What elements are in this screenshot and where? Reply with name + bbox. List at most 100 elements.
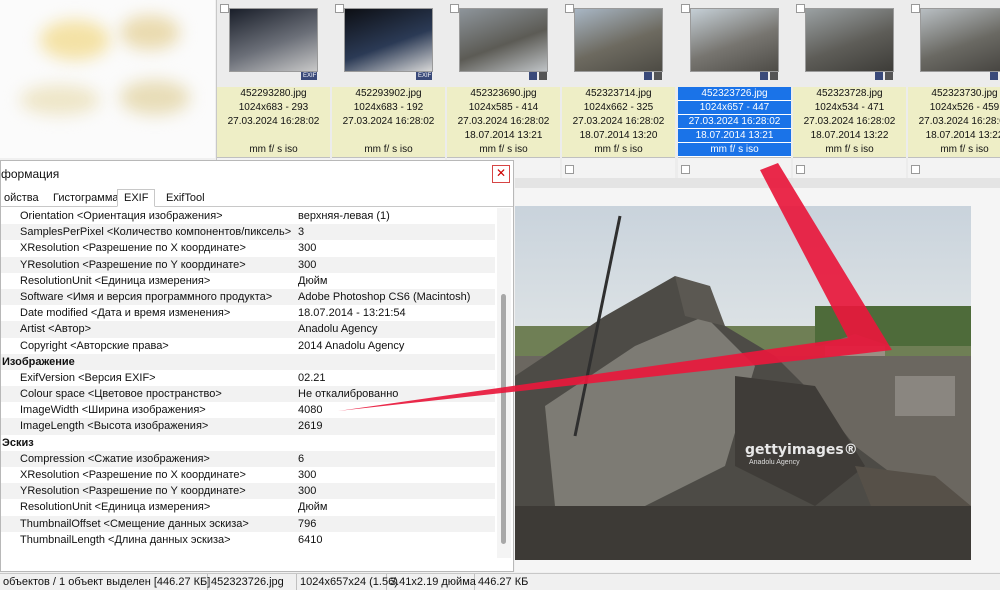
- thumbnail-exposure: mm f/ s iso: [249, 144, 298, 155]
- thumbnail-image-box[interactable]: [447, 0, 560, 87]
- property-row[interactable]: ImageLength <Высота изображения> 2619: [1, 418, 495, 435]
- property-value: Не откалиброванно: [298, 388, 399, 401]
- property-row[interactable]: Orientation <Ориентация изображения> верх…: [1, 208, 495, 224]
- thumbnail-item[interactable]: 452323726.jpg 1024x657 - 447 27.03.2024 …: [678, 0, 791, 178]
- thumbnail-image-box[interactable]: [678, 0, 791, 87]
- property-row[interactable]: XResolution <Разрешение по X координате>…: [1, 467, 495, 483]
- thumbnail-filename: 452323690.jpg: [470, 88, 537, 99]
- property-row[interactable]: YResolution <Разрешение по Y координате>…: [1, 483, 495, 500]
- thumbnail-checkbox[interactable]: [911, 4, 920, 13]
- property-value: 6410: [298, 533, 323, 546]
- property-value: 300: [298, 242, 317, 255]
- property-key: ResolutionUnit <Единица измерения>: [20, 501, 211, 514]
- property-key: ThumbnailLength <Длина данных эскиза>: [20, 533, 231, 546]
- thumbnail-info: 452323726.jpg 1024x657 - 447 27.03.2024 …: [678, 87, 791, 157]
- thumbnail-date-taken: 18.07.2014 13:20: [579, 130, 658, 141]
- property-value: Anadolu Agency: [298, 323, 378, 336]
- property-row[interactable]: ThumbnailOffset <Смещение данных эскиза>…: [1, 515, 495, 532]
- thumbnail-date: 27.03.2024 16:28:02: [803, 116, 896, 127]
- thumbnail-checkbox[interactable]: [220, 4, 229, 13]
- next-row-strip: [908, 157, 1000, 178]
- status-dimensions: 1024x657x24 (1.56): [297, 574, 398, 590]
- tab-2[interactable]: EXIF: [117, 189, 156, 207]
- close-button[interactable]: ✕: [492, 165, 510, 183]
- property-row[interactable]: YResolution <Разрешение по Y координате>…: [1, 256, 495, 273]
- camera-icon: [654, 72, 662, 80]
- scrollbar-thumb[interactable]: [501, 294, 506, 544]
- thumbnail-item[interactable]: 452323728.jpg 1024x534 - 471 27.03.2024 …: [793, 0, 906, 178]
- watermark-credit: Anadolu Agency: [749, 459, 800, 466]
- thumbnail-image-box[interactable]: [908, 0, 1000, 87]
- property-row[interactable]: ResolutionUnit <Единица измерения> Дюйм: [1, 499, 495, 515]
- thumbnail-info: 452323730.jpg 1024x526 - 459 27.03.2024 …: [908, 87, 1000, 157]
- property-key: Compression <Сжатие изображения>: [20, 452, 210, 465]
- tab-0[interactable]: ойства: [0, 189, 46, 207]
- section-header[interactable]: Изображение: [1, 353, 495, 370]
- thumbnail-checkbox[interactable]: [565, 4, 574, 13]
- property-value: 796: [298, 517, 317, 530]
- property-row[interactable]: Date modified <Дата и время изменения> 18…: [1, 305, 495, 321]
- status-inches: 3.41x2.19 дюйма: [387, 574, 476, 590]
- thumbnail-dimensions: 1024x585 - 414: [468, 102, 539, 113]
- thumbnail-image-box[interactable]: [793, 0, 906, 87]
- property-value: 300: [298, 469, 317, 481]
- status-filesize: 446.27 КБ: [478, 576, 529, 588]
- status-filename: 452323726.jpg: [208, 574, 297, 590]
- dialog-titlebar[interactable]: формация ✕: [1, 161, 513, 187]
- thumbnail-info: 452323714.jpg 1024x662 - 325 27.03.2024 …: [562, 87, 675, 157]
- thumbnail-checkbox[interactable]: [681, 4, 690, 13]
- thumbnail-filename: 452323726.jpg: [678, 87, 791, 101]
- vertical-scrollbar[interactable]: [497, 208, 511, 558]
- thumbnail-checkbox[interactable]: [796, 4, 805, 13]
- property-value: 3: [298, 226, 305, 239]
- thumbnail-date: 27.03.2024 16:28:02: [457, 116, 550, 127]
- property-key: ThumbnailOffset <Смещение данных эскиза>: [20, 517, 249, 530]
- thumbnail-image-box[interactable]: EXIF: [332, 0, 445, 87]
- property-key: Orientation <Ориентация изображения>: [20, 210, 223, 222]
- thumbnail-checkbox[interactable]: [335, 4, 344, 13]
- tab-3[interactable]: ExifTool: [159, 189, 212, 207]
- exif-property-list[interactable]: Orientation <Ориентация изображения> верх…: [1, 208, 495, 558]
- thumbnail-item[interactable]: 452323690.jpg 1024x585 - 414 27.03.2024 …: [447, 0, 560, 178]
- thumbnail-exposure: mm f/ s iso: [825, 144, 874, 155]
- thumbnail-checkbox[interactable]: [565, 165, 574, 174]
- thumbnail-image-box[interactable]: EXIF: [217, 0, 330, 87]
- property-value: 2619: [298, 420, 323, 433]
- thumbnail-item[interactable]: 452323714.jpg 1024x662 - 325 27.03.2024 …: [562, 0, 675, 178]
- property-row[interactable]: ExifVersion <Версия EXIF> 02.21: [1, 370, 495, 386]
- tab-1[interactable]: Гистограмма: [46, 189, 126, 207]
- exif-badge: EXIF: [301, 72, 317, 80]
- property-row[interactable]: Artist <Автор> Anadolu Agency: [1, 321, 495, 338]
- property-row[interactable]: SamplesPerPixel <Количество компонентов/…: [1, 224, 495, 241]
- property-value: Дюйм: [298, 501, 328, 514]
- thumbnail-checkbox[interactable]: [911, 165, 920, 174]
- thumbnail-info: 452293902.jpg 1024x683 - 192 27.03.2024 …: [332, 87, 445, 157]
- property-row[interactable]: Compression <Сжатие изображения> 6: [1, 450, 495, 467]
- thumbnail-checkbox[interactable]: [681, 165, 690, 174]
- thumbnail-item[interactable]: 452323730.jpg 1024x526 - 459 27.03.2024 …: [908, 0, 1000, 178]
- property-key: SamplesPerPixel <Количество компонентов/…: [20, 226, 292, 239]
- property-row[interactable]: XResolution <Разрешение по X координате>…: [1, 240, 495, 256]
- property-row[interactable]: ThumbnailLength <Длина данных эскиза> 641…: [1, 532, 495, 548]
- property-value: 02.21: [298, 371, 326, 384]
- thumbnail-item[interactable]: EXIF 452293902.jpg 1024x683 - 192 27.03.…: [332, 0, 445, 178]
- thumbnail-exposure: mm f/ s iso: [594, 144, 643, 155]
- property-key: Date modified <Дата и время изменения>: [20, 307, 231, 320]
- property-row[interactable]: Copyright <Авторские права> 2014 Anadolu …: [1, 338, 495, 354]
- property-key: ExifVersion <Версия EXIF>: [20, 371, 156, 384]
- thumbnail-item[interactable]: EXIF 452293280.jpg 1024x683 - 293 27.03.…: [217, 0, 330, 178]
- thumbnail-exposure: mm f/ s iso: [678, 143, 791, 157]
- thumbnail-checkbox[interactable]: [796, 165, 805, 174]
- thumbnail-dimensions: 1024x683 - 192: [353, 102, 424, 113]
- property-value: Дюйм: [298, 274, 328, 287]
- section-header[interactable]: Эскиз: [1, 435, 495, 451]
- property-row[interactable]: Software <Имя и версия программного прод…: [1, 288, 495, 306]
- property-row[interactable]: ResolutionUnit <Единица измерения> Дюйм: [1, 273, 495, 289]
- watermark: gettyimages®: [745, 442, 858, 458]
- property-row[interactable]: ImageWidth <Ширина изображения> 4080: [1, 402, 495, 418]
- camera-icon: [539, 72, 547, 80]
- thumbnail-image-box[interactable]: [562, 0, 675, 87]
- thumbnail-checkbox[interactable]: [450, 4, 459, 13]
- property-row[interactable]: Colour space <Цветовое пространство> Не о…: [1, 386, 495, 403]
- property-value: 2014 Anadolu Agency: [298, 339, 405, 352]
